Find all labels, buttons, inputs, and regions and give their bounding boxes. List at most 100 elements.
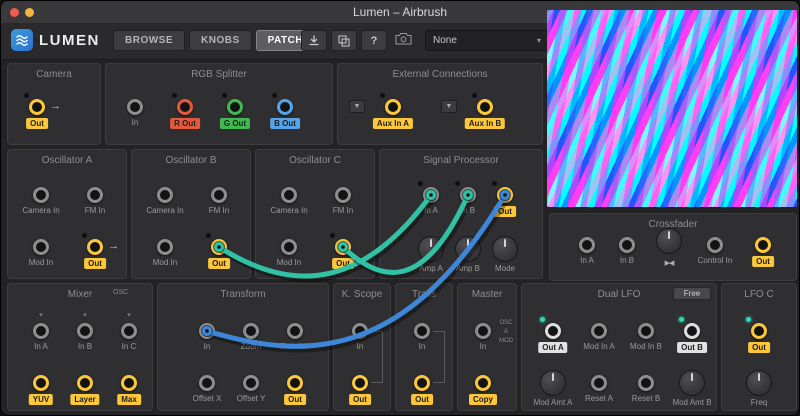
- master-copy-label: Copy: [469, 394, 497, 405]
- dual-lfo-mod-amt-a-knob[interactable]: [540, 370, 566, 396]
- oscillator-a-out-jack[interactable]: [87, 239, 103, 255]
- oscillator-b-fm-in-jack[interactable]: [211, 187, 227, 203]
- mixer-in-c-label: In C: [122, 342, 137, 351]
- trails-in-jack[interactable]: [414, 323, 430, 339]
- tab-browse[interactable]: BROWSE: [113, 30, 185, 51]
- mixer-in-c-jack[interactable]: [121, 323, 137, 339]
- dual-lfo-out-b-jack[interactable]: [684, 323, 700, 339]
- routing-arrow-icon: ▾: [39, 312, 43, 319]
- rgb-splitter-b-out-jack[interactable]: [277, 99, 293, 115]
- rgb-splitter-r-out-jack[interactable]: [177, 99, 193, 115]
- oscillator-c-out-jack[interactable]: [335, 239, 351, 255]
- preview-display: [547, 10, 797, 207]
- preset-dropdown[interactable]: None ▾: [425, 30, 549, 51]
- crossfade-bowtie-icon: ▶◀: [665, 259, 674, 267]
- rgb-splitter-in-jack[interactable]: [127, 99, 143, 115]
- oscillator-b-camera-in-jack[interactable]: [157, 187, 173, 203]
- signal-processor-amp-a-knob[interactable]: [418, 236, 444, 262]
- help-button[interactable]: ?: [361, 30, 387, 51]
- layout-button[interactable]: [331, 30, 357, 51]
- dual-lfo-out-a-jack[interactable]: [545, 323, 561, 339]
- signal-processor-mode-label: Mode: [495, 264, 515, 273]
- aux-a-source-dropdown[interactable]: ▼: [349, 100, 365, 113]
- external-connections-aux-in-a-jack[interactable]: [385, 99, 401, 115]
- camera-icon[interactable]: [395, 32, 412, 50]
- signal-processor-in-a-jack[interactable]: [423, 187, 439, 203]
- master-title: Master: [458, 289, 516, 300]
- led-indicator: [206, 233, 211, 238]
- mixer-title: Mixer: [8, 289, 152, 300]
- transform-offset-y-jack[interactable]: [243, 375, 259, 391]
- master-copy-jack[interactable]: [475, 375, 491, 391]
- crossfader-out-jack[interactable]: [755, 237, 771, 253]
- dual-lfo-reset-a-label: Reset A: [585, 394, 613, 403]
- led-indicator: [24, 93, 29, 98]
- save-preset-button[interactable]: [301, 30, 327, 51]
- dual-lfo-mod-in-a-jack[interactable]: [591, 323, 607, 339]
- tab-knobs[interactable]: KNOBS: [189, 30, 252, 51]
- led-indicator: [746, 317, 751, 322]
- rgb-splitter-g-out-jack[interactable]: [227, 99, 243, 115]
- external-connections-aux-in-b-jack[interactable]: [477, 99, 493, 115]
- transform-rotation-jack[interactable]: [287, 323, 303, 339]
- k-scope-in-jack[interactable]: [352, 323, 368, 339]
- aux-b-source-dropdown[interactable]: ▼: [441, 100, 457, 113]
- trails-title: Trails: [396, 289, 452, 300]
- mixer-in-b-jack[interactable]: [77, 323, 93, 339]
- signal-processor-amp-b-knob[interactable]: [455, 236, 481, 262]
- mixer-osc-tag: OSC: [113, 289, 128, 296]
- lfo-c-freq-knob[interactable]: [746, 370, 772, 396]
- mixer-yuv-jack[interactable]: [33, 375, 49, 391]
- crossfader-control-in-label: Control In: [698, 256, 733, 265]
- oscillator-a-out-label: Out: [84, 258, 106, 269]
- lfo-c-out-jack[interactable]: [751, 323, 767, 339]
- k-scope-out-jack[interactable]: [352, 375, 368, 391]
- master-in-jack[interactable]: [475, 323, 491, 339]
- oscillator-b-mod-in-jack[interactable]: [157, 239, 173, 255]
- transform-in-jack[interactable]: [199, 323, 215, 339]
- oscillator-c-mod-in-jack[interactable]: [281, 239, 297, 255]
- mixer-layer-jack[interactable]: [77, 375, 93, 391]
- oscillator-b-mod-in-label: Mod In: [153, 258, 177, 267]
- oscillator-a-mod-in-jack[interactable]: [33, 239, 49, 255]
- transform-zoom-jack[interactable]: [243, 323, 259, 339]
- oscillator-a-camera-in-jack[interactable]: [33, 187, 49, 203]
- oscillator-b-out-label: Out: [208, 258, 230, 269]
- oscillator-c-fm-in-jack[interactable]: [335, 187, 351, 203]
- mixer-in-a-jack[interactable]: [33, 323, 49, 339]
- oscillator-b-out-jack[interactable]: [211, 239, 227, 255]
- dual-lfo-reset-b-jack[interactable]: [638, 375, 654, 391]
- transform-rotation-label: Rotation: [280, 342, 310, 351]
- trails-flow-bracket: [433, 331, 445, 383]
- crossfader-in-b-jack[interactable]: [619, 237, 635, 253]
- led-indicator: [172, 93, 177, 98]
- oscillator-a-fm-in-jack[interactable]: [87, 187, 103, 203]
- trails-out-jack[interactable]: [414, 375, 430, 391]
- dual-lfo-mod-amt-b-knob[interactable]: [679, 370, 705, 396]
- free-running-toggle[interactable]: Free: [673, 287, 711, 300]
- oscillator-c-camera-in-jack[interactable]: [281, 187, 297, 203]
- crossfader-mix-knob[interactable]: [656, 228, 682, 254]
- led-indicator: [272, 93, 277, 98]
- camera-out-jack[interactable]: [29, 99, 45, 115]
- signal-processor-in-b-jack[interactable]: [460, 187, 476, 203]
- signal-processor-out-jack[interactable]: [497, 187, 513, 203]
- signal-processor-in-b-label: In B: [461, 206, 475, 215]
- transform-out-jack[interactable]: [287, 375, 303, 391]
- transform-offset-x-jack[interactable]: [199, 375, 215, 391]
- signal-processor-mode-knob[interactable]: [492, 236, 518, 262]
- mixer-in-b-label: In B: [78, 342, 92, 351]
- transform-title: Transform: [158, 289, 328, 300]
- trails-in-label: In: [419, 342, 426, 351]
- dual-lfo-reset-a-jack[interactable]: [591, 375, 607, 391]
- lfo-c-title: LFO C: [722, 289, 796, 300]
- led-indicator: [330, 233, 335, 238]
- crossfader-control-in-jack[interactable]: [707, 237, 723, 253]
- dual-lfo-mod-in-b-jack[interactable]: [638, 323, 654, 339]
- preset-dropdown-value: None: [433, 35, 457, 46]
- crossfader-in-a-jack[interactable]: [579, 237, 595, 253]
- oscillator-b-title: Oscillator B: [132, 155, 250, 166]
- oscillator-c-camera-in-label: Camera In: [270, 206, 307, 215]
- mixer-max-jack[interactable]: [121, 375, 137, 391]
- rgb-splitter-g-out-label: G Out: [220, 118, 250, 129]
